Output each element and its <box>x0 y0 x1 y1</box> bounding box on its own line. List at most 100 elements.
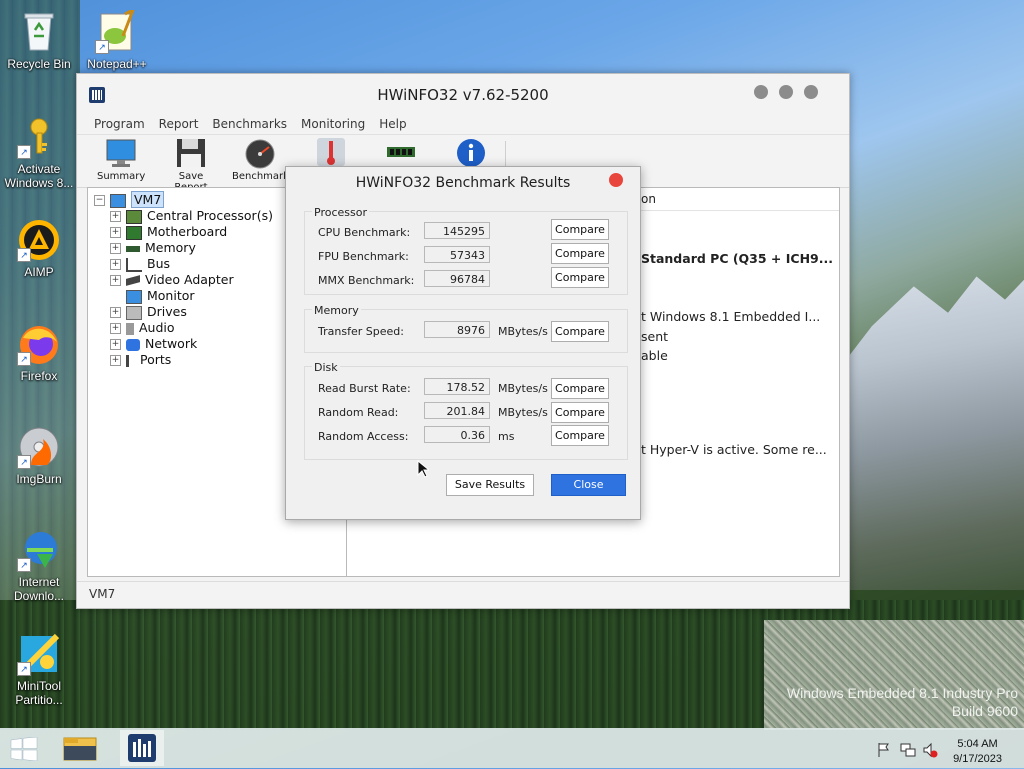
menu-program[interactable]: Program <box>87 114 152 134</box>
network-icon <box>126 338 140 351</box>
windows-watermark: Windows Embedded 8.1 Industry Pro Build … <box>787 684 1018 720</box>
tree-item-video-adapter[interactable]: + Video Adapter <box>110 272 273 288</box>
desktop-icon-notepadpp[interactable]: ↗ Notepad++ <box>82 6 152 71</box>
desktop-icon-minitool[interactable]: ↗ MiniTool Partitio... <box>4 632 74 707</box>
tree-item-label: Drives <box>147 304 187 319</box>
drive-icon <box>126 305 142 320</box>
desktop-icon-aimp[interactable]: ↗ AIMP <box>4 218 74 279</box>
save-results-button[interactable]: Save Results <box>446 474 534 496</box>
details-line-computer: Standard PC (Q35 + ICH9... <box>641 251 833 266</box>
disk-group-label: Disk <box>312 361 340 374</box>
maximize-button[interactable] <box>779 85 793 99</box>
tree-item-label: Bus <box>147 256 171 271</box>
benchmark-results-dialog: HWiNFO32 Benchmark Results Processor CPU… <box>285 166 641 520</box>
benchmark-button[interactable]: Benchmark <box>232 137 289 182</box>
tree-root[interactable]: − VM7 <box>94 191 273 208</box>
random-read-label: Random Read: <box>318 406 399 419</box>
computer-icon <box>110 193 126 208</box>
speaker-icon <box>126 322 134 335</box>
tree-item-label: Video Adapter <box>145 272 234 287</box>
tree-item-bus[interactable]: + Bus <box>110 256 273 272</box>
random-access-compare-button[interactable]: Compare <box>551 425 609 446</box>
memory-icon <box>126 245 140 252</box>
tree-item-network[interactable]: + Network <box>110 336 273 352</box>
mmx-benchmark-label: MMX Benchmark: <box>318 274 415 287</box>
tree-item-cpu[interactable]: + Central Processor(s) <box>110 208 273 224</box>
expand-icon[interactable]: + <box>110 211 121 222</box>
key-icon: ↗ <box>17 115 61 159</box>
transfer-speed-value: 8976 <box>424 321 490 338</box>
cpu-benchmark-value: 145295 <box>424 222 490 239</box>
desktop-wallpaper-mountain <box>834 276 1024 590</box>
tree-item-label: Motherboard <box>147 224 228 239</box>
mmx-benchmark-value: 96784 <box>424 270 490 287</box>
minimize-button[interactable] <box>754 85 768 99</box>
firefox-icon: ↗ <box>17 322 61 366</box>
internet-download-manager-icon: ↗ <box>17 528 61 572</box>
expand-icon[interactable]: + <box>110 323 121 334</box>
status-text: VM7 <box>89 587 116 601</box>
random-read-compare-button[interactable]: Compare <box>551 402 609 423</box>
clock[interactable]: 5:04 AM 9/17/2023 <box>953 737 1002 767</box>
menu-help[interactable]: Help <box>372 114 413 134</box>
taskbar-file-explorer[interactable] <box>58 730 102 766</box>
floppy-icon <box>174 137 208 169</box>
menu-benchmarks[interactable]: Benchmarks <box>205 114 294 134</box>
flag-icon[interactable] <box>876 742 892 758</box>
summary-button[interactable]: Summary <box>97 137 145 182</box>
tree-item-monitor[interactable]: +Monitor <box>110 288 273 304</box>
save-report-button[interactable]: Save Report <box>161 137 221 193</box>
details-line-3: sent <box>641 329 669 344</box>
tree-item-audio[interactable]: + Audio <box>110 320 273 336</box>
memory-compare-button[interactable]: Compare <box>551 321 609 342</box>
title-bar[interactable]: HWiNFO32 v7.62-5200 <box>77 74 849 114</box>
details-column-header[interactable]: on <box>641 192 656 206</box>
mmx-compare-button[interactable]: Compare <box>551 267 609 288</box>
system-tray: 5:04 AM 9/17/2023 <box>866 732 1016 767</box>
desktop-icon-internet-download-manager[interactable]: ↗ Internet Downlo... <box>4 528 74 603</box>
expand-icon[interactable]: + <box>110 339 121 350</box>
menu-report[interactable]: Report <box>152 114 206 134</box>
dialog-close-icon[interactable] <box>609 173 623 187</box>
expand-icon[interactable]: + <box>110 355 121 366</box>
desktop-icon-firefox[interactable]: ↗ Firefox <box>4 322 74 383</box>
desktop-icon-label: AIMP <box>24 265 54 279</box>
desktop-icon-label: Recycle Bin <box>7 57 71 71</box>
random-access-value: 0.36 <box>424 426 490 443</box>
collapse-icon[interactable]: − <box>94 195 105 206</box>
expand-icon[interactable]: + <box>110 243 121 254</box>
desktop-icon-imgburn[interactable]: ↗ ImgBurn <box>4 425 74 486</box>
menu-monitoring[interactable]: Monitoring <box>294 114 372 134</box>
desktop-icon-activate-windows[interactable]: ↗ Activate Windows 8... <box>4 115 74 190</box>
window-close-button[interactable] <box>804 85 818 99</box>
dialog-title: HWiNFO32 Benchmark Results <box>355 175 571 191</box>
details-line-hyperv: t Hyper-V is active. Some re... <box>641 442 827 457</box>
expand-icon[interactable]: + <box>110 307 121 318</box>
tree-item-memory[interactable]: + Memory <box>110 240 273 256</box>
fpu-compare-button[interactable]: Compare <box>551 243 609 264</box>
taskbar-hwinfo[interactable] <box>120 730 164 766</box>
expand-icon[interactable]: + <box>110 259 121 270</box>
memory-module-icon <box>384 137 418 169</box>
volume-muted-icon[interactable] <box>922 742 938 758</box>
network-tray-icon[interactable] <box>900 742 916 758</box>
cpu-icon <box>126 209 142 224</box>
desktop-icon-label: Firefox <box>20 369 58 383</box>
expand-icon[interactable]: + <box>110 275 121 286</box>
start-button[interactable] <box>10 736 38 762</box>
cpu-benchmark-label: CPU Benchmark: <box>318 226 411 239</box>
tree-item-label: Monitor <box>147 288 195 303</box>
read-burst-compare-button[interactable]: Compare <box>551 378 609 399</box>
close-button[interactable]: Close <box>551 474 626 496</box>
watermark-build: Build 9600 <box>951 703 1018 719</box>
desktop-icon-recycle-bin[interactable]: Recycle Bin <box>4 10 74 71</box>
tree-item-motherboard[interactable]: + Motherboard <box>110 224 273 240</box>
cpu-compare-button[interactable]: Compare <box>551 219 609 240</box>
expand-icon[interactable]: + <box>110 227 121 238</box>
desktop-icon-label: MiniTool Partitio... <box>15 679 63 707</box>
desktop-icon-label: Internet Downlo... <box>13 575 65 603</box>
random-access-unit: ms <box>498 430 515 443</box>
minitool-partition-icon: ↗ <box>17 632 61 676</box>
tree-item-ports[interactable]: + Ports <box>110 352 273 368</box>
tree-item-drives[interactable]: + Drives <box>110 304 273 320</box>
